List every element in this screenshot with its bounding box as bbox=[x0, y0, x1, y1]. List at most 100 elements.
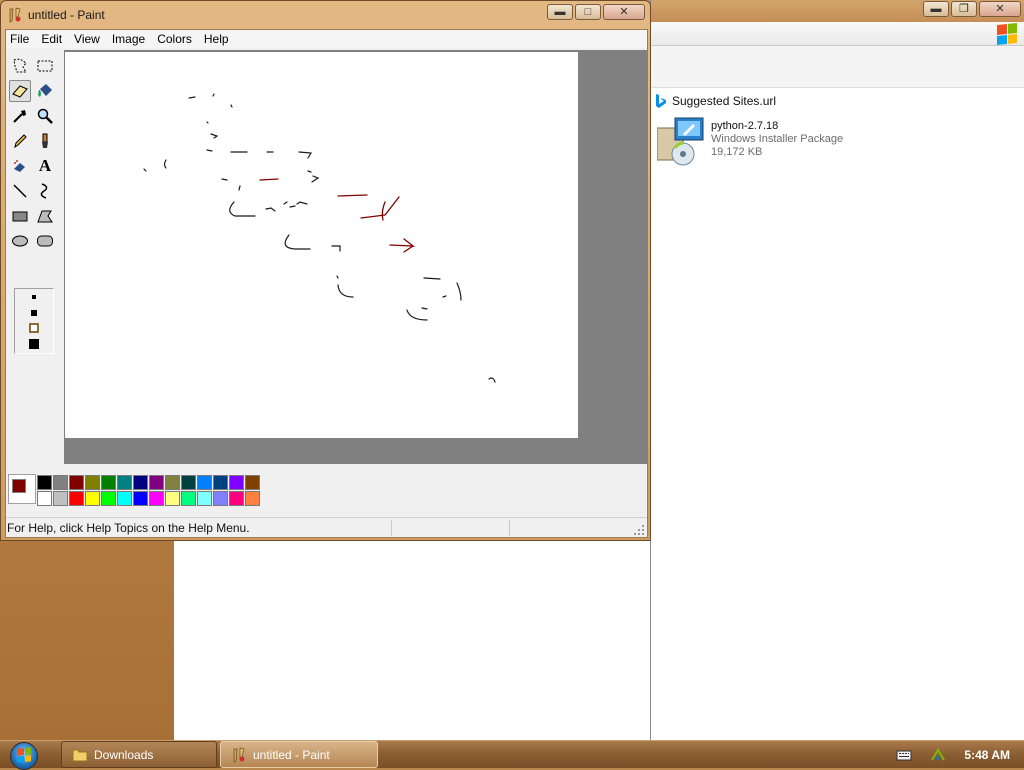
current-colors[interactable] bbox=[8, 474, 36, 504]
color-swatch[interactable] bbox=[149, 491, 164, 506]
tool-ellipse[interactable] bbox=[9, 230, 31, 252]
drawing-canvas[interactable] bbox=[65, 52, 578, 438]
menu-help[interactable]: Help bbox=[198, 32, 235, 46]
tool-polygon[interactable] bbox=[34, 205, 56, 227]
maximize-icon: □ bbox=[584, 5, 592, 18]
color-swatch[interactable] bbox=[69, 491, 84, 506]
maximize-button[interactable]: □ bbox=[575, 4, 601, 20]
color-swatch[interactable] bbox=[197, 475, 212, 490]
select-icon bbox=[37, 60, 53, 72]
tool-brush[interactable] bbox=[34, 130, 56, 152]
tool-text[interactable]: A bbox=[34, 155, 56, 177]
close-icon: ✕ bbox=[995, 2, 1005, 15]
pick-color-icon bbox=[13, 110, 26, 123]
color-swatch[interactable] bbox=[101, 491, 116, 506]
file-name: python-2.7.18 bbox=[711, 120, 779, 132]
menu-file[interactable]: File bbox=[6, 32, 35, 46]
color-swatch[interactable] bbox=[85, 475, 100, 490]
color-swatch[interactable] bbox=[245, 491, 260, 506]
fill-bucket-icon bbox=[38, 84, 52, 97]
color-swatch[interactable] bbox=[85, 491, 100, 506]
close-icon: ✕ bbox=[619, 5, 629, 18]
taskbar-downloads[interactable]: Downloads bbox=[61, 741, 217, 768]
color-swatch[interactable] bbox=[53, 491, 68, 506]
color-swatch[interactable] bbox=[245, 475, 260, 490]
menu-colors[interactable]: Colors bbox=[151, 32, 198, 46]
maximize-button[interactable]: ❐ bbox=[951, 1, 977, 17]
start-button[interactable] bbox=[10, 742, 38, 770]
color-swatch[interactable] bbox=[149, 475, 164, 490]
taskbar-downloads-label: Downloads bbox=[94, 747, 154, 762]
tool-select[interactable] bbox=[34, 55, 56, 77]
tool-airbrush[interactable] bbox=[9, 155, 31, 177]
color-swatch[interactable] bbox=[69, 475, 84, 490]
paint-icon bbox=[9, 7, 21, 23]
tool-line[interactable] bbox=[9, 180, 31, 202]
menu-bar: File Edit View Image Colors Help bbox=[6, 30, 647, 48]
taskbar-paint-label: untitled - Paint bbox=[253, 747, 330, 762]
keyboard-icon[interactable] bbox=[896, 747, 912, 763]
rectangle-icon bbox=[12, 211, 28, 222]
taskbar-paint[interactable]: untitled - Paint bbox=[220, 741, 378, 768]
foreground-color bbox=[12, 479, 26, 493]
minimize-button[interactable]: ▬ bbox=[923, 1, 949, 17]
python-installer-file[interactable]: python-2.7.18 Windows Installer Package … bbox=[657, 116, 843, 166]
color-swatch[interactable] bbox=[117, 475, 132, 490]
eraser-size-2[interactable] bbox=[31, 310, 37, 316]
tool-pick-color[interactable] bbox=[9, 105, 31, 127]
close-button[interactable]: ✕ bbox=[603, 4, 645, 20]
polygon-icon bbox=[37, 210, 53, 223]
minimize-icon: ▬ bbox=[554, 5, 566, 18]
airbrush-icon bbox=[14, 160, 25, 172]
color-swatch[interactable] bbox=[213, 491, 228, 506]
rounded-rectangle-icon bbox=[37, 235, 53, 247]
menu-image[interactable]: Image bbox=[106, 32, 151, 46]
color-swatch[interactable] bbox=[37, 475, 52, 490]
color-swatch[interactable] bbox=[181, 475, 196, 490]
explorer-title-bar[interactable]: ▬ ❐ ✕ bbox=[651, 0, 1024, 22]
color-swatch[interactable] bbox=[229, 475, 244, 490]
tool-magnifier[interactable] bbox=[34, 105, 56, 127]
close-button[interactable]: ✕ bbox=[979, 1, 1021, 17]
eraser-size-3[interactable] bbox=[29, 323, 39, 333]
color-swatch[interactable] bbox=[229, 491, 244, 506]
suggested-sites-label: Suggested Sites.url bbox=[672, 94, 777, 108]
color-swatch[interactable] bbox=[117, 491, 132, 506]
color-swatch[interactable] bbox=[213, 475, 228, 490]
clock[interactable]: 5:48 AM bbox=[964, 748, 1010, 762]
color-swatch[interactable] bbox=[37, 491, 52, 506]
tool-curve[interactable] bbox=[34, 180, 56, 202]
pencil-icon bbox=[14, 134, 27, 149]
taskbar: Downloads untitled - Paint 5:48 AM bbox=[0, 740, 1024, 770]
suggested-sites-item[interactable]: Suggested Sites.url bbox=[655, 92, 776, 110]
color-swatch[interactable] bbox=[133, 475, 148, 490]
status-pane-coords bbox=[391, 519, 509, 536]
tool-box: A bbox=[6, 50, 64, 464]
color-swatch[interactable] bbox=[197, 491, 212, 506]
color-swatch[interactable] bbox=[101, 475, 116, 490]
menu-view[interactable]: View bbox=[68, 32, 106, 46]
tool-fill[interactable] bbox=[34, 80, 56, 102]
color-swatch[interactable] bbox=[165, 491, 180, 506]
network-icon[interactable] bbox=[930, 747, 946, 763]
minimize-button[interactable]: ▬ bbox=[547, 4, 573, 20]
color-swatch[interactable] bbox=[53, 475, 68, 490]
menu-edit[interactable]: Edit bbox=[35, 32, 68, 46]
tool-pencil[interactable] bbox=[9, 130, 31, 152]
tool-rounded-rectangle[interactable] bbox=[34, 230, 56, 252]
system-tray: 5:48 AM bbox=[896, 741, 1024, 769]
eraser-size-1[interactable] bbox=[32, 295, 36, 299]
eraser-size-4[interactable] bbox=[29, 339, 39, 349]
tool-free-form-select[interactable] bbox=[9, 55, 31, 77]
minimize-icon: ▬ bbox=[930, 2, 942, 15]
tool-eraser[interactable] bbox=[9, 80, 31, 102]
curve-icon bbox=[40, 183, 48, 199]
resize-grip-icon[interactable] bbox=[633, 524, 645, 536]
desktop-window-area bbox=[174, 540, 650, 740]
color-swatch[interactable] bbox=[181, 491, 196, 506]
color-swatch[interactable] bbox=[165, 475, 180, 490]
ellipse-icon bbox=[12, 235, 28, 247]
paint-title-bar[interactable]: untitled - Paint ▬ □ ✕ bbox=[1, 1, 650, 29]
color-swatch[interactable] bbox=[133, 491, 148, 506]
tool-rectangle[interactable] bbox=[9, 205, 31, 227]
